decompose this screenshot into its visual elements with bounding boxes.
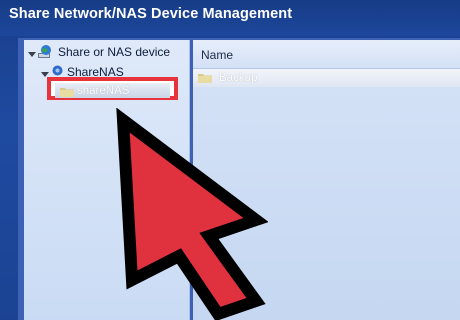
name-column-header[interactable]: Name [193, 40, 460, 69]
tree-root-item[interactable]: Share or NAS device [58, 45, 170, 59]
window-title: Share Network/NAS Device Management [9, 6, 293, 22]
expand-root-icon[interactable] [28, 52, 36, 57]
column-header-label: Name [201, 48, 234, 62]
share-item-label: shareNAS [77, 85, 130, 97]
network-node-icon [52, 65, 63, 76]
title-bar: Share Network/NAS Device Management [0, 0, 460, 36]
folder-icon [198, 74, 212, 83]
list-item-label: Backup [219, 72, 258, 84]
red-arrow-pointer-icon [116, 108, 268, 320]
selected-share-item[interactable]: shareNAS [47, 77, 178, 100]
folder-icon [60, 88, 74, 97]
list-item-backup[interactable]: Backup [193, 69, 460, 87]
selection-highlight: shareNAS [55, 83, 170, 98]
network-globe-icon [38, 45, 51, 58]
